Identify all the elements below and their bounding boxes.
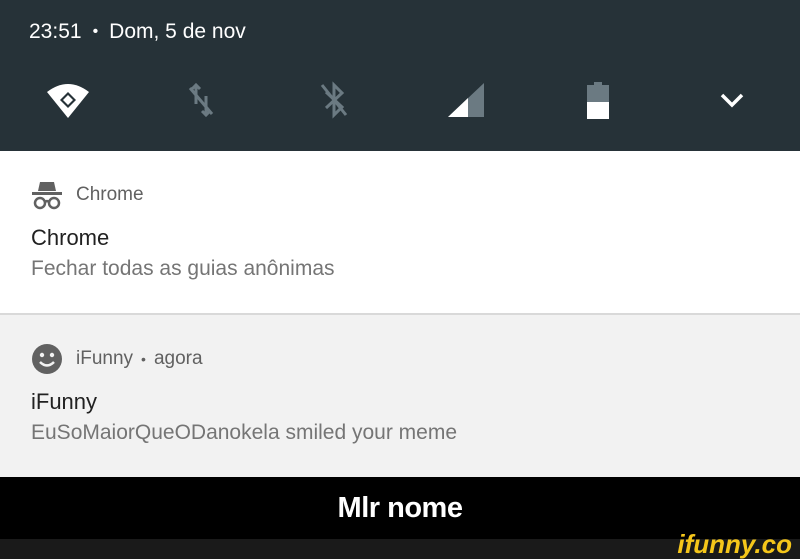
notification-header: Chrome bbox=[31, 180, 144, 210]
battery-icon bbox=[587, 82, 609, 119]
notification-separator: • bbox=[141, 351, 146, 367]
notification-title: Chrome bbox=[31, 225, 110, 250]
notification-shade-header: 23:51 • Dom, 5 de nov bbox=[0, 0, 800, 151]
status-time: 23:51 bbox=[29, 20, 82, 43]
status-date[interactable]: Dom, 5 de nov bbox=[109, 20, 246, 44]
status-separator: • bbox=[92, 23, 99, 40]
notification-app-name: iFunny bbox=[76, 348, 134, 369]
smiley-icon bbox=[32, 344, 62, 374]
mobile-data-toggle[interactable] bbox=[176, 78, 226, 122]
notification-text: EuSoMaiorQueODanokela smiled your meme bbox=[31, 421, 458, 444]
notification-title: iFunny bbox=[31, 389, 98, 414]
incognito-icon bbox=[32, 182, 62, 210]
wifi-icon bbox=[47, 84, 89, 118]
status-bar: 23:51 • Dom, 5 de nov bbox=[29, 17, 246, 47]
bluetooth-toggle[interactable] bbox=[309, 78, 359, 122]
expand-button[interactable] bbox=[707, 78, 757, 122]
notification-ifunny[interactable]: iFunny • agora iFunny EuSoMaiorQueODanok… bbox=[0, 315, 800, 477]
notification-chrome[interactable]: Chrome Chrome Fechar todas as guias anôn… bbox=[0, 151, 800, 313]
watermark-logo: ifunny.co bbox=[677, 529, 792, 559]
battery-toggle[interactable] bbox=[573, 78, 623, 122]
signal-icon bbox=[448, 83, 484, 117]
signal-toggle[interactable] bbox=[441, 78, 491, 122]
notification-time: agora bbox=[153, 348, 203, 369]
chevron-down-icon bbox=[720, 93, 744, 108]
bluetooth-off-icon bbox=[320, 81, 348, 119]
notification-header: iFunny • agora bbox=[31, 343, 203, 375]
wifi-toggle[interactable] bbox=[43, 78, 93, 122]
mobile-data-off-icon bbox=[188, 82, 214, 118]
notification-app-name: Chrome bbox=[76, 184, 144, 205]
notification-text: Fechar todas as guias anônimas bbox=[31, 257, 335, 280]
